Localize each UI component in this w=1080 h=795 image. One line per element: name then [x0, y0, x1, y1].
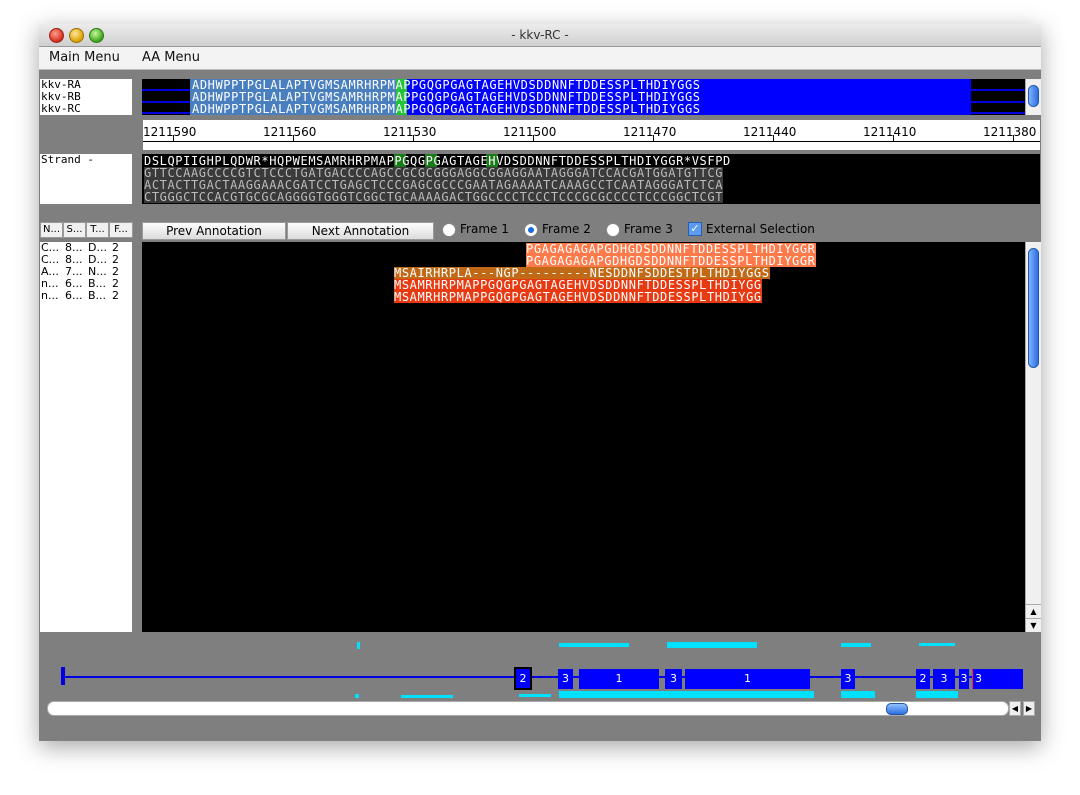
column-header-frame[interactable]: F... [109, 222, 133, 238]
gene-intron-line [61, 676, 1019, 678]
exon[interactable]: 3 [558, 669, 573, 689]
feature-mark [519, 694, 551, 697]
strand-label: Strand - [41, 153, 94, 166]
feature-mark [919, 643, 955, 646]
frame-1-radio[interactable] [442, 223, 456, 237]
exon[interactable]: 3 [933, 669, 955, 689]
ruler-tick: 1211380 [983, 125, 1037, 139]
transcript-line [971, 112, 1025, 114]
transcript-label: kkv-RC [41, 102, 81, 115]
ruler-tick: 1211500 [503, 125, 557, 139]
ruler-tick: 1211440 [743, 125, 797, 139]
horizontal-scrollbar[interactable] [47, 701, 1009, 716]
strand-sequence-panel[interactable]: DSLQPIIGHPLQDWR*HQPWEMSAMRHRPMAPPGQGPGAG… [142, 154, 1040, 204]
transcript-label-panel: kkv-RA kkv-RB kkv-RC [40, 79, 132, 115]
frame-3-label: Frame 3 [624, 222, 673, 236]
table-cell: n... [41, 289, 59, 302]
gene-structure-overview[interactable]: 2 3 1 3 1 3 2 3 3 3 [39, 634, 1041, 698]
transcript-line [142, 89, 190, 91]
table-cell: B... [88, 289, 107, 302]
scroll-down-arrow[interactable]: ▼ [1026, 618, 1041, 632]
exon[interactable]: 1 [579, 669, 659, 689]
aa-menu[interactable]: AA Menu [142, 50, 200, 65]
table-cell: 6... [65, 289, 83, 302]
transcript-line [142, 112, 190, 114]
feature-mark [916, 691, 958, 698]
feature-mark [841, 691, 875, 698]
table-cell: 2 [112, 289, 119, 302]
feature-mark [559, 643, 629, 647]
title-bar: - kkv-RC - [39, 24, 1041, 47]
column-header-type[interactable]: T... [86, 222, 109, 238]
app-window: - kkv-RC - Main Menu AA Menu kkv-RA kkv-… [39, 24, 1041, 741]
scroll-right-arrow[interactable]: ▶ [1023, 701, 1035, 716]
transcript-sequence-panel[interactable]: ADHWPPTPGLALAPTVGMSAMRHRPMAPPGQGPGAGTAGE… [142, 79, 1025, 115]
frame-3-radio[interactable] [606, 223, 620, 237]
strand-label-panel: Strand - [40, 154, 132, 204]
seq-start-m: M [325, 102, 333, 116]
column-header-name[interactable]: N... [40, 222, 63, 238]
menu-bar: Main Menu AA Menu [39, 47, 1041, 70]
table-row[interactable]: n... 6... B... 2 [40, 290, 132, 302]
exon[interactable]: 1 [685, 669, 810, 689]
prev-annotation-button[interactable]: Prev Annotation [142, 222, 286, 240]
transcript-line [971, 101, 1025, 103]
exon[interactable]: 3 [665, 669, 682, 689]
coordinate-ruler: 1211590 1211560 1211530 1211500 1211470 … [143, 120, 1040, 150]
scroll-thumb[interactable] [1028, 248, 1039, 368]
ruler-tick: 1211560 [263, 125, 317, 139]
feature-mark [841, 643, 871, 647]
exon[interactable]: 3 [972, 669, 1023, 689]
transcript-scrollbar[interactable] [1025, 79, 1041, 115]
frame-2-label: Frame 2 [542, 222, 591, 236]
strand-dna-row: CTGGGCTCCACGTGCGCAGGGGTGGGTCGGCTGCAAAAGA… [144, 190, 724, 204]
transcript-seq-row: ADHWPPTPGLALAPTVGMSAMRHRPMAPPGQGPGAGTAGE… [192, 103, 701, 115]
external-selection-checkbox[interactable]: ✓ [688, 222, 702, 236]
feature-mark [357, 642, 360, 649]
column-header-start[interactable]: S... [63, 222, 86, 238]
external-selection-label: External Selection [706, 222, 815, 236]
exon-selected[interactable]: 2 [514, 667, 532, 690]
feature-mark [667, 642, 757, 648]
exon[interactable]: 3 [841, 669, 855, 689]
scroll-left-arrow[interactable]: ◀ [1009, 701, 1021, 716]
ruler-tick: 1211590 [143, 125, 197, 139]
transcript-line [142, 101, 190, 103]
next-annotation-button[interactable]: Next Annotation [287, 222, 434, 240]
scroll-thumb[interactable] [1028, 85, 1039, 107]
annotation-table: C... 8... D... 2 C... 8... D... 2 A... 7... N...… [40, 242, 132, 632]
exon[interactable]: 2 [916, 669, 930, 689]
ruler-tick: 1211470 [623, 125, 677, 139]
ruler-tick: 1211530 [383, 125, 437, 139]
ruler-tick: 1211410 [863, 125, 917, 139]
feature-mark [559, 691, 814, 698]
seq-right: SAMRHRPMAPPGQGPGAGTAGEHVDSDDNNFTDDESSPLT… [332, 102, 701, 116]
feature-mark [355, 694, 359, 698]
alignment-row[interactable]: MSAMRHRPMAPPGQGPGAGTAGEHVDSDDNNFTDDESSPL… [394, 291, 762, 303]
alignment-panel[interactable]: PGAGAGAGAPGDHGDSDDNNFTDDESSPLTHDIYGGR PG… [142, 242, 1025, 632]
feature-mark [401, 695, 453, 698]
frame-1-label: Frame 1 [460, 222, 509, 236]
exon[interactable]: 3 [959, 669, 969, 689]
alignment-scrollbar[interactable]: ▲ ▼ [1025, 242, 1041, 632]
window-title: - kkv-RC - [511, 28, 569, 42]
horizontal-scroll-thumb[interactable] [886, 703, 908, 715]
seq-left: ADHWPPTPGLALAPTVG [192, 102, 326, 116]
frame-2-radio[interactable] [524, 223, 538, 237]
transcript-line [971, 89, 1025, 91]
main-menu[interactable]: Main Menu [49, 50, 120, 65]
scroll-up-arrow[interactable]: ▲ [1026, 604, 1041, 618]
